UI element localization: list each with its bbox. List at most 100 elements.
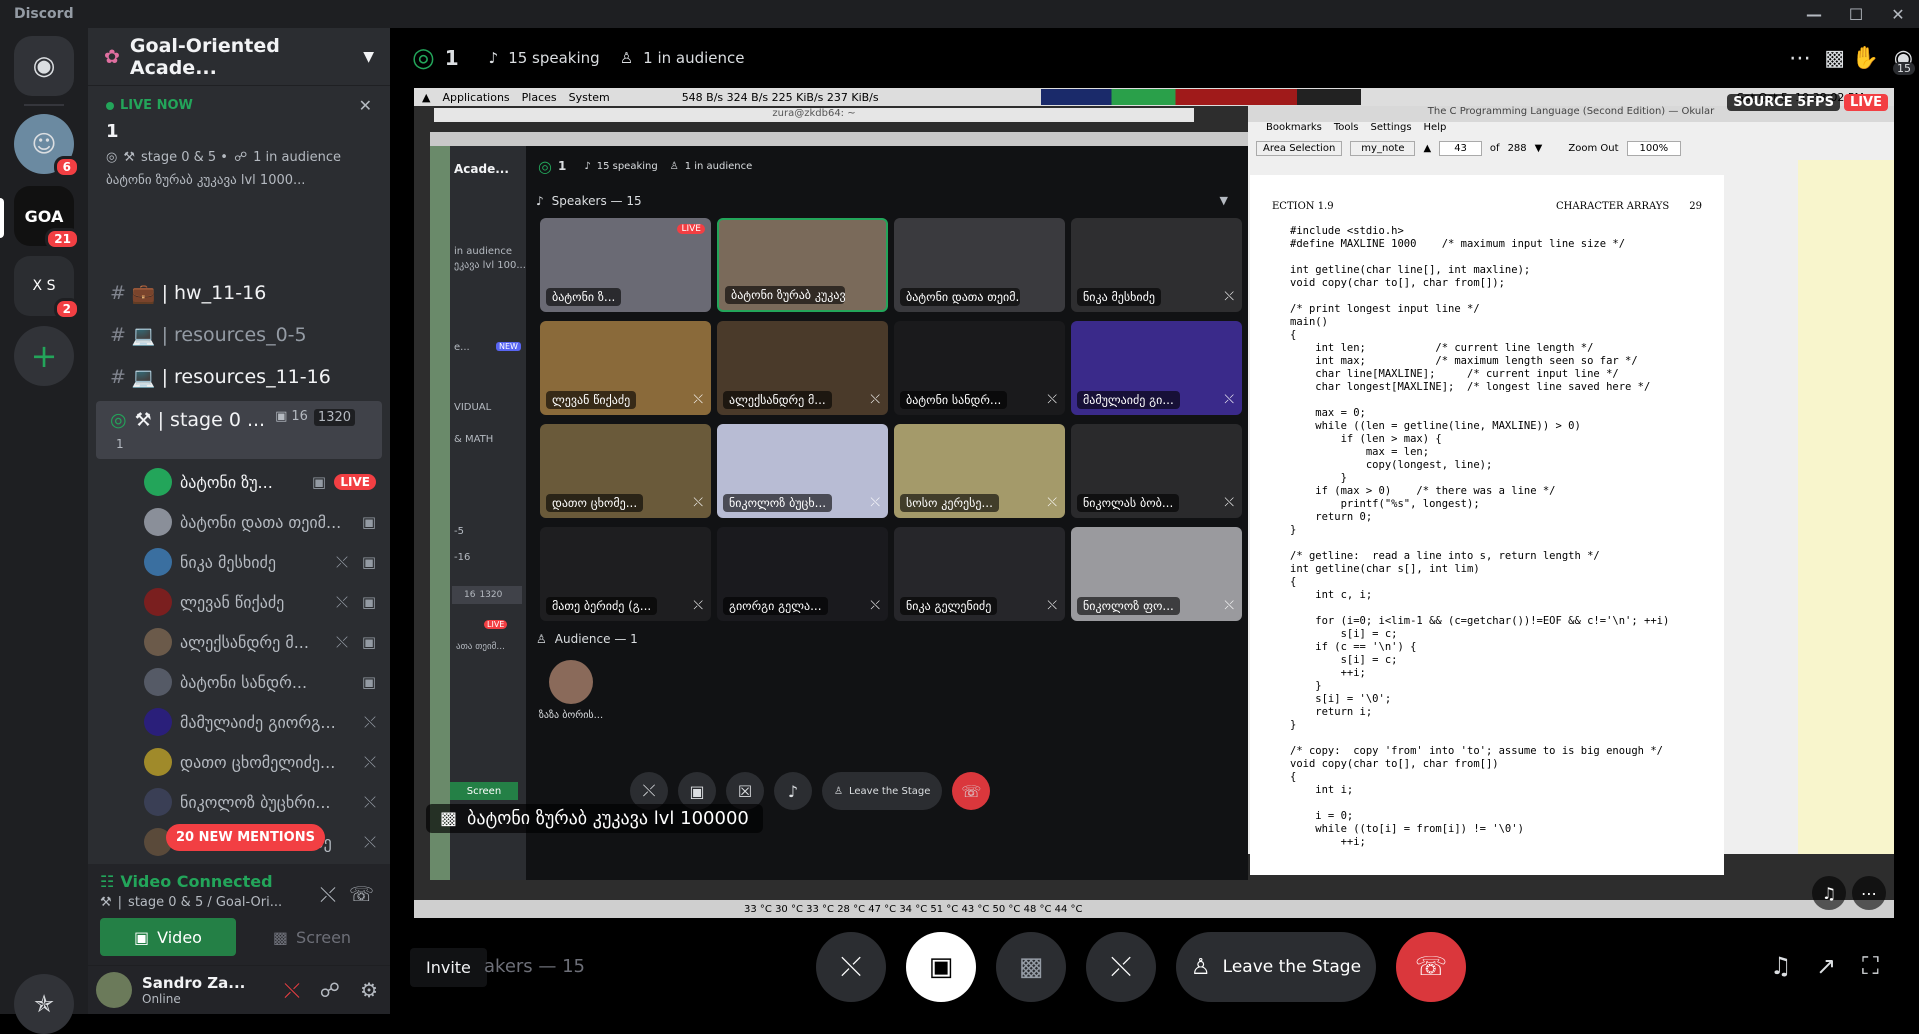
server-folder[interactable]: X S 2 [14, 256, 80, 320]
voice-user[interactable]: ბატონი დათა თეიმ... ▣ [144, 504, 382, 540]
discord-home-button[interactable]: ◉ [14, 36, 74, 96]
video-button[interactable]: ▣ Video [100, 918, 236, 956]
channel-hw-11-16[interactable]: # 💼 | hw_11-16 [96, 273, 382, 313]
voice-user[interactable]: მამულაიძე გიორგ... ⤬ [144, 704, 382, 740]
voice-user[interactable]: ბატონი ზუ... ▣ LIVE [144, 464, 382, 500]
noise-suppression-icon[interactable]: ⤬ [320, 882, 336, 906]
okular-menu-tools[interactable]: Tools [1334, 122, 1359, 136]
discover-button[interactable]: ✯ [14, 974, 74, 1034]
channel-resources-11-16[interactable]: # 💻 | resources_11-16 [96, 357, 382, 397]
headphones-icon[interactable]: ☍ [320, 978, 340, 1002]
gear-icon[interactable]: ⚙ [360, 978, 378, 1002]
avatar[interactable] [96, 972, 132, 1008]
nested-left-strip [430, 146, 450, 880]
more-icon[interactable]: ⋯ [1789, 46, 1811, 71]
mic-muted-icon: ⤬ [363, 833, 376, 851]
audience-member[interactable]: ზაზა ბორის... [536, 660, 606, 721]
mic-muted-icon[interactable]: ⤬ [284, 978, 300, 1002]
disconnect-button[interactable]: ☏ [1396, 932, 1466, 1002]
speaker-tile[interactable]: ალექსანდრე მ... ⤬ [717, 321, 888, 415]
server-goal-oriented[interactable]: GOA 21 [14, 186, 80, 250]
page-input[interactable]: 43 [1439, 140, 1482, 156]
voice-user[interactable]: ბატონი სანდრ... ▣ [144, 664, 382, 700]
disconnect-icon[interactable]: ☏ [952, 772, 991, 810]
stream-live-badge: LIVE [1843, 94, 1888, 111]
terminal-window-title: zura@zkdb64: ~ [434, 108, 1194, 122]
camera-button[interactable]: ▣ [906, 932, 976, 1002]
voice-user[interactable]: ნიკოლოზ ბუცხრი... ⤬ [144, 784, 382, 820]
note-dropdown[interactable]: my_note [1350, 140, 1416, 156]
speaker-tile-speaking[interactable]: ბატონი ზურაბ კუკავ... [717, 218, 888, 312]
close-icon[interactable]: ✕ [359, 96, 372, 115]
chevron-down-icon[interactable]: ▼ [1220, 194, 1228, 207]
speaker-tile[interactable]: ნიკოლოზ ფო... ⤬ [1071, 527, 1242, 621]
speaker-tile[interactable]: ლევან წიქაძე ⤬ [540, 321, 711, 415]
more-icon[interactable]: ⋯ [1852, 876, 1886, 910]
maximize-icon[interactable]: ☐ [1835, 0, 1877, 28]
speaker-tile[interactable]: ბატონი დათა თეიმ... [894, 218, 1065, 312]
nested-sidebar-stage: 16 1320 [452, 586, 522, 604]
screen-share-button[interactable]: ▩ [996, 932, 1066, 1002]
voice-status-title[interactable]: Video Connected [120, 872, 272, 891]
speaker-tile[interactable]: ბატონი ზ... LIVE [540, 218, 711, 312]
speaker-tile[interactable]: ნიკა მესხიძე ⤬ [1071, 218, 1242, 312]
speaker-tile[interactable]: სოსო კერესე... ⤬ [894, 424, 1065, 518]
okular-menu-bookmarks[interactable]: Bookmarks [1266, 122, 1322, 136]
nested-stage-count: 16 [464, 590, 476, 600]
mute-mic-button[interactable]: ⤬ [816, 932, 886, 1002]
speaker-tile[interactable]: დათო ცხომე... ⤬ [540, 424, 711, 518]
volume-icon[interactable]: ♫ [1812, 876, 1846, 910]
speaker-tile-name: ბატონი დათა თეიმ... [900, 288, 1020, 306]
guild-header[interactable]: ✿ Goal-Oriented Acade... ▼ [88, 28, 390, 86]
speaker-tile[interactable]: ბატონი სანდრ... ⤬ [894, 321, 1065, 415]
disconnect-icon[interactable]: ☏ [349, 882, 374, 906]
speaker-tile[interactable]: მამულაიძე გი... ⤬ [1071, 321, 1242, 415]
nested-screen-label: Screen [466, 785, 502, 797]
chevron-down-icon[interactable]: ▼ [1535, 143, 1543, 154]
speaker-tile[interactable]: ნიკა გელენიძე ⤬ [894, 527, 1065, 621]
stage-user-limit: 1320 [313, 409, 356, 426]
terminal-title: zura@zkdb64: ~ [772, 108, 856, 119]
voice-user[interactable]: ლევან წიქაძე ⤬ ▣ [144, 584, 382, 620]
speaker-tile[interactable]: მათე ბერიძე (გ... ⤬ [540, 527, 711, 621]
fullscreen-icon[interactable]: ⛶ [1862, 952, 1879, 980]
nested-leave-stage-button[interactable]: ♙ Leave the Stage [822, 772, 943, 810]
speaker-tile[interactable]: ნიკოლოზ ბუცხ... ⤬ [717, 424, 888, 518]
voice-user[interactable]: დათო ცხომელიძე... ⤬ [144, 744, 382, 780]
popout-icon[interactable]: ↗ [1816, 952, 1836, 980]
stage-channel-active[interactable]: ◎ ⚒ | stage 0 ... ▣ 16 1320 1 [96, 401, 382, 459]
mic-icon[interactable]: ♪ [774, 772, 812, 810]
okular-menu-settings[interactable]: Settings [1371, 122, 1412, 136]
speaker-tile[interactable]: ნიკოლას ბობ... ⤬ [1071, 424, 1242, 518]
raise-hand-icon[interactable]: ✋ [1852, 46, 1879, 71]
channel-resources-0-5[interactable]: # 💻 | resources_0-5 [96, 315, 382, 355]
notification-badge: 15 [1893, 62, 1915, 75]
zoom-out-button[interactable]: Zoom Out [1568, 143, 1618, 154]
nested-screen-button[interactable]: Screen [450, 782, 518, 800]
chevron-up-icon[interactable]: ▲ [1423, 143, 1431, 154]
minimize-icon[interactable]: — [1793, 0, 1835, 28]
speaker-mic-button[interactable]: ⤬ [1086, 932, 1156, 1002]
area-selection-button[interactable]: Area Selection [1256, 140, 1343, 156]
invite-button[interactable]: Invite [410, 948, 487, 987]
voice-status-sub[interactable]: stage 0 & 5 / Goal-Ori... [128, 895, 282, 910]
volume-icon[interactable]: ♫ [1770, 952, 1792, 980]
hash-icon: # [110, 366, 126, 388]
leave-stage-label: Leave the Stage [1222, 957, 1362, 977]
voice-user[interactable]: ნიკა მესხიძე ⤬ ▣ [144, 544, 382, 580]
live-now-speakers: ბატონი ზურაბ კუკავა lvl 1000... [106, 173, 306, 188]
new-mentions-pill[interactable]: 20 NEW MENTIONS [166, 824, 325, 851]
voice-user[interactable]: ალექსანდრე მ... ⤬ ▣ [144, 624, 382, 660]
leave-stage-button[interactable]: ♙ Leave the Stage [1176, 932, 1376, 1002]
pdf-page[interactable]: ECTION 1.9 CHARACTER ARRAYS 29 #include … [1250, 175, 1724, 875]
desktop-menu-applications: Applications [442, 90, 510, 104]
close-icon[interactable]: ✕ [1877, 0, 1919, 28]
zoom-dropdown[interactable]: 100% [1626, 140, 1682, 156]
add-server-button[interactable]: + [14, 326, 74, 386]
server-dm-avatar[interactable]: ☺ 6 [14, 114, 80, 178]
live-now-panel[interactable]: LIVE NOW ✕ 1 ◎ ⚒ stage 0 & 5 • ☍ 1 in au… [88, 86, 390, 236]
popout-chat-icon[interactable]: ▩ [1824, 46, 1845, 71]
okular-menu-help[interactable]: Help [1424, 122, 1447, 136]
speaker-tile[interactable]: გიორგი გელა... ⤬ [717, 527, 888, 621]
screen-button[interactable]: ▩ Screen [244, 918, 380, 956]
